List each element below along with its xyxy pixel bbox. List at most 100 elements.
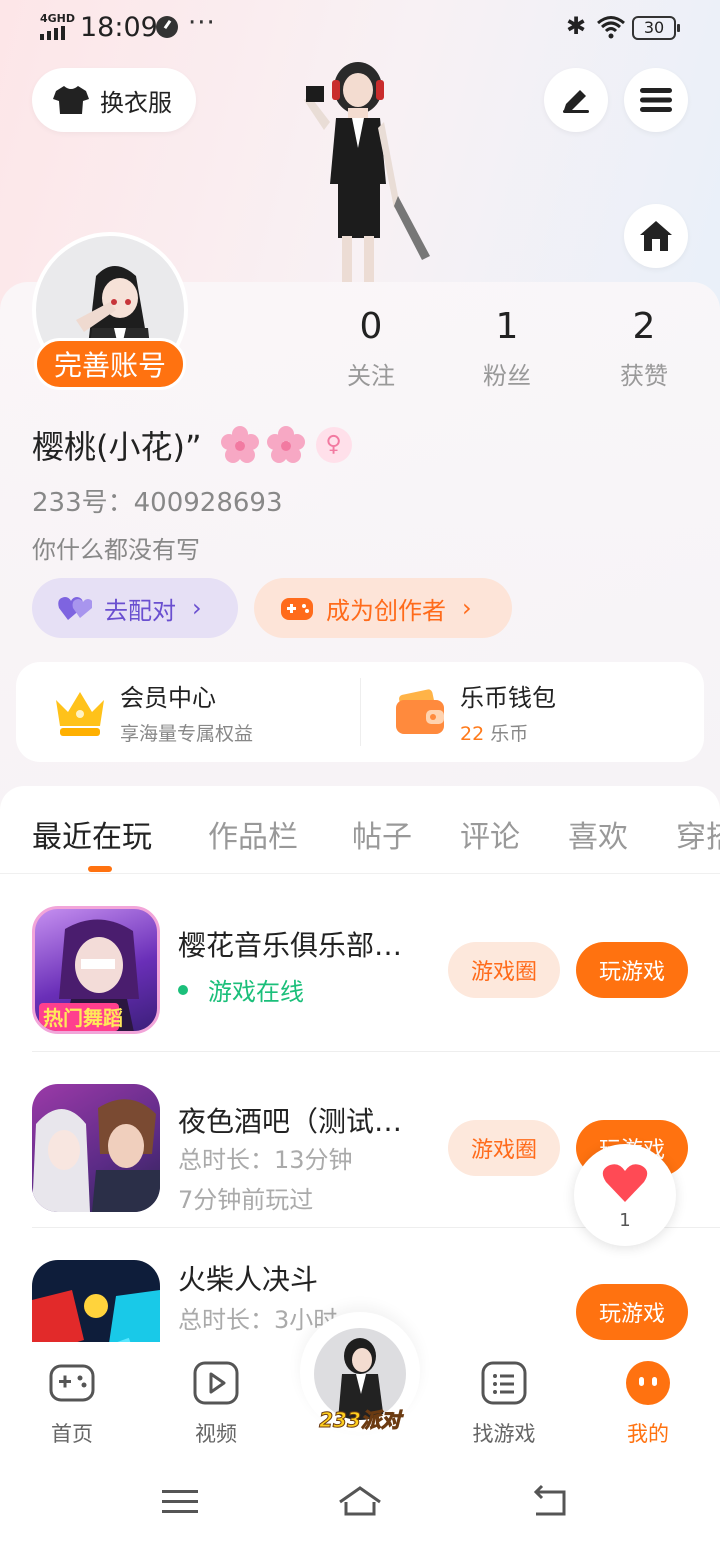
game-circle-button[interactable]: 游戏圈 — [448, 1120, 560, 1176]
game-name: 夜色酒吧（测试… — [178, 1105, 403, 1138]
nav-find-games-label: 找游戏 — [472, 1422, 536, 1446]
floating-like-button[interactable]: 1 — [574, 1144, 676, 1246]
play-game-button[interactable]: 玩游戏 — [576, 942, 688, 998]
game-icon — [32, 1084, 160, 1212]
cherry-blossom-icon — [266, 426, 305, 463]
content-panel: 最近在玩 作品栏 帖子 评论 喜欢 穿搭 热门舞蹈 樱花音乐俱乐部… 游戏在线 … — [0, 786, 720, 1346]
match-label: 去配对 — [104, 596, 176, 625]
last-played: 7分钟前玩过 — [178, 1186, 314, 1214]
game-art — [32, 1290, 160, 1346]
match-button[interactable]: 去配对 › — [32, 578, 238, 638]
edit-profile-button[interactable] — [544, 68, 608, 132]
nav-find-games[interactable]: 找游戏 — [459, 1360, 549, 1448]
nav-me-label: 我的 — [627, 1422, 669, 1446]
list-icon — [481, 1361, 527, 1405]
username-row: 樱桃(小花)” ♀ — [32, 422, 352, 468]
tshirt-icon — [53, 86, 89, 114]
wallet-unit: 乐币 — [490, 723, 529, 745]
home-space-button[interactable] — [624, 204, 688, 268]
complete-account-button[interactable]: 完善账号 — [34, 338, 186, 390]
vip-center-title: 会员中心 — [120, 684, 216, 712]
tab-likes[interactable]: 喜欢 — [568, 812, 628, 856]
nav-home[interactable]: 首页 — [27, 1360, 117, 1448]
fans-count: 1 — [495, 306, 519, 347]
party-brand-label: 233派对 — [319, 1408, 402, 1433]
tab-recently-played[interactable]: 最近在玩 — [32, 812, 152, 856]
status-bar: 4GHD 18:09 ··· ✱ 30 — [0, 0, 720, 56]
home-icon — [640, 221, 672, 251]
tab-outfits[interactable]: 穿搭 — [676, 812, 720, 856]
gamepad-icon — [49, 1364, 95, 1402]
play-duration: 总时长：3小时 — [178, 1306, 338, 1334]
tab-comments[interactable]: 评论 — [460, 812, 520, 856]
hearts-icon — [58, 597, 92, 620]
wallet-title: 乐币钱包 — [460, 684, 556, 712]
stat-likes[interactable]: 2 获赞 — [589, 304, 699, 391]
battery-indicator: 30 — [632, 16, 680, 40]
edit-icon — [563, 90, 589, 113]
menu-icon — [640, 88, 672, 112]
signal-icon — [40, 26, 65, 40]
play-video-icon — [193, 1361, 239, 1405]
likes-count: 2 — [632, 306, 656, 347]
following-label: 关注 — [347, 362, 395, 390]
more-notifications: ··· — [188, 8, 216, 38]
vip-center-entry[interactable]: 会员中心 享海量专属权益 — [52, 662, 253, 762]
online-status: 游戏在线 — [178, 972, 304, 1007]
game-icon — [32, 1260, 160, 1346]
change-outfit-button[interactable]: 换衣服 — [32, 68, 196, 132]
game-name: 火柴人决斗 — [178, 1263, 319, 1296]
face-icon — [626, 1361, 670, 1405]
game-icon: 热门舞蹈 — [32, 906, 160, 1034]
become-creator-label: 成为创作者 — [326, 596, 446, 625]
tab-indicator — [88, 866, 112, 872]
online-status-label: 游戏在线 — [208, 978, 304, 1006]
divider — [360, 678, 361, 746]
clock: 18:09 — [80, 12, 158, 43]
cherry-blossom-icon — [220, 426, 259, 463]
fans-label: 粉丝 — [483, 362, 531, 390]
wallet-amount: 22 — [460, 723, 485, 745]
nav-video[interactable]: 视频 — [171, 1360, 261, 1448]
game-art: 热门舞蹈 — [39, 919, 139, 1031]
member-wallet-card: 会员中心 享海量专属权益 乐币钱包 22 乐币 — [16, 662, 704, 762]
tab-posts[interactable]: 帖子 — [352, 812, 412, 856]
game-circle-button[interactable]: 游戏圈 — [448, 942, 560, 998]
change-outfit-label: 换衣服 — [100, 88, 172, 117]
nav-party-center[interactable]: 233派对 — [300, 1312, 420, 1433]
recent-apps-icon[interactable] — [156, 1482, 204, 1522]
like-count: 1 — [619, 1210, 631, 1231]
signal-label: 4GHD — [40, 12, 76, 25]
svg-text:热门舞蹈: 热门舞蹈 — [43, 1006, 123, 1030]
list-item[interactable]: 热门舞蹈 樱花音乐俱乐部… 游戏在线 游戏圈 玩游戏 — [32, 876, 720, 1052]
stat-fans[interactable]: 1 粉丝 — [452, 304, 562, 391]
online-dot-icon — [178, 984, 188, 995]
gamepad-icon — [281, 598, 313, 620]
likes-label: 获赞 — [620, 362, 668, 390]
become-creator-button[interactable]: 成为创作者 › — [254, 578, 512, 638]
bluetooth-icon: ✱ — [566, 12, 587, 40]
user-bio[interactable]: 你什么都没有写 — [32, 530, 200, 565]
wallet-icon — [396, 689, 444, 734]
nav-video-label: 视频 — [195, 1422, 237, 1446]
following-count: 0 — [359, 306, 383, 347]
tab-works[interactable]: 作品栏 — [208, 812, 298, 856]
chevron-right-icon: › — [462, 594, 472, 622]
game-name: 樱花音乐俱乐部… — [178, 929, 403, 962]
speed-icon — [156, 16, 178, 38]
play-game-button[interactable]: 玩游戏 — [576, 1284, 688, 1340]
nav-me[interactable]: 我的 — [603, 1360, 693, 1448]
wifi-icon — [597, 16, 625, 39]
back-icon[interactable] — [526, 1482, 574, 1522]
menu-button[interactable] — [624, 68, 688, 132]
user-id[interactable]: 233号：400928693 — [32, 482, 283, 519]
system-navigation-bar — [0, 1460, 720, 1544]
avatar-3d-figure[interactable] — [290, 56, 450, 284]
stat-following[interactable]: 0 关注 — [316, 304, 426, 391]
play-duration: 总时长：13分钟 — [178, 1146, 353, 1174]
profile-tabs: 最近在玩 作品栏 帖子 评论 喜欢 穿搭 — [0, 786, 720, 874]
home-nav-icon[interactable] — [336, 1482, 384, 1522]
username: 樱桃(小花)” — [32, 428, 202, 466]
wallet-entry[interactable]: 乐币钱包 22 乐币 — [392, 662, 556, 762]
chevron-right-icon: › — [192, 594, 202, 622]
